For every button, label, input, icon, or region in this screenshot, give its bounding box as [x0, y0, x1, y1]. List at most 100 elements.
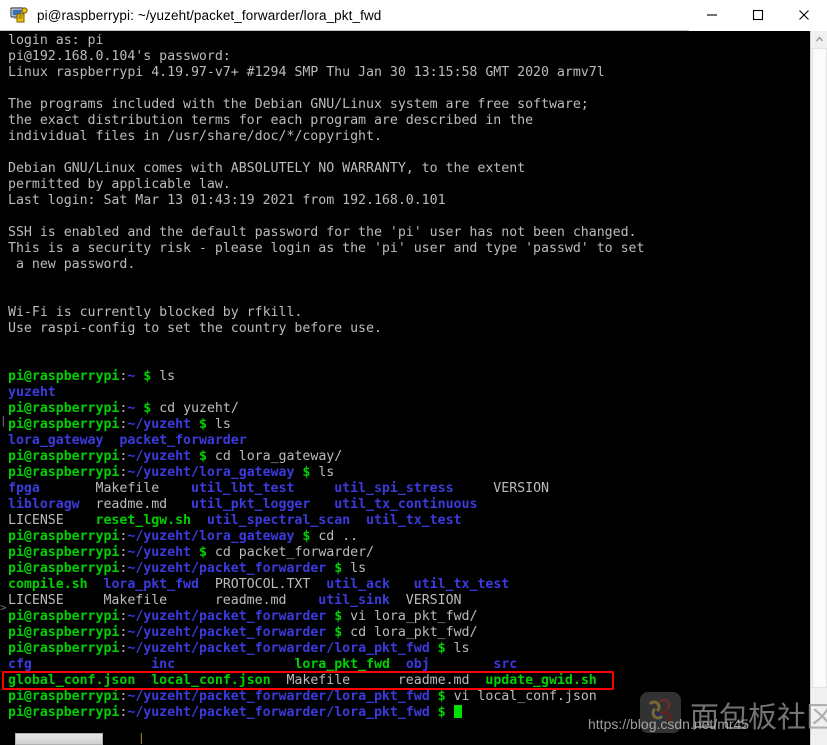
- terminal-line: pi@raspberrypi:~/yuzeht/packet_forwarder…: [8, 609, 808, 625]
- scrollbar-thumb[interactable]: [812, 48, 827, 688]
- terminal-text-segment: $: [437, 689, 446, 704]
- terminal-line: LICENSE reset_lgw.sh util_spectral_scan …: [8, 513, 808, 529]
- terminal-text-segment: cd ..: [310, 529, 359, 544]
- terminal-text-segment: reset_lgw.sh: [95, 513, 192, 528]
- terminal-text-segment: SSH is enabled and the default password …: [8, 225, 637, 240]
- terminal-text-segment: util_tx_test: [366, 513, 462, 528]
- terminal-text-segment: $: [334, 561, 343, 576]
- terminal-text-segment: lora_pkt_fwd: [294, 657, 390, 672]
- terminal-text-segment: Makefile readme.md: [270, 673, 486, 688]
- terminal-text-segment: The programs included with the Debian GN…: [8, 97, 589, 112]
- terminal-line: pi@raspberrypi:~/yuzeht $ cd lora_gatewa…: [8, 449, 808, 465]
- terminal-line: Wi-Fi is currently blocked by rfkill.: [8, 305, 808, 321]
- terminal-text-segment: fpga: [8, 481, 40, 496]
- window-controls: [689, 0, 827, 31]
- terminal-lines: login as: pi pi@192.168.0.104's password:…: [8, 33, 808, 721]
- edge-artifact-mid: >: [0, 601, 7, 614]
- terminal-text-segment: cfg: [8, 657, 32, 672]
- terminal-text-segment: ~/yuzeht: [127, 417, 192, 432]
- terminal-text-segment: cd yuzeht/: [151, 401, 239, 416]
- terminal-text-segment: login as: pi: [8, 33, 104, 48]
- terminal-line: pi@raspberrypi:~/yuzeht/packet_forwarder…: [8, 689, 808, 705]
- terminal-output-area[interactable]: login as: pi pi@192.168.0.104's password:…: [0, 31, 810, 745]
- terminal-text-segment: pi@raspberrypi: [8, 449, 120, 464]
- title-bar: pi@raspberrypi: ~/yuzeht/packet_forwarde…: [0, 0, 827, 31]
- terminal-line: pi@raspberrypi:~/yuzeht/lora_gateway $ l…: [8, 465, 808, 481]
- terminal-line: Last login: Sat Mar 13 01:43:19 2021 fro…: [8, 193, 808, 209]
- terminal-text-segment: pi@raspberrypi: [8, 641, 120, 656]
- terminal-text-segment: Last login: Sat Mar 13 01:43:19 2021 fro…: [8, 193, 446, 208]
- terminal-text-segment: a new password.: [8, 257, 136, 272]
- terminal-text-segment: cd lora_gateway/: [206, 449, 343, 464]
- terminal-text-segment: ~/yuzeht/lora_gateway: [127, 529, 295, 544]
- terminal-text-segment: local_conf.json: [151, 673, 271, 688]
- terminal-line: compile.sh lora_pkt_fwd PROTOCOL.TXT uti…: [8, 577, 808, 593]
- terminal-text-segment: util_lbt_test: [190, 481, 295, 496]
- terminal-text-segment: pi@192.168.0.104's password:: [8, 49, 231, 64]
- terminal-text-segment: packet_forwarder: [119, 433, 247, 448]
- terminal-line: Debian GNU/Linux comes with ABSOLUTELY N…: [8, 161, 808, 177]
- terminal-text-segment: pi@raspberrypi: [8, 529, 120, 544]
- terminal-text-segment: Use raspi-config to set the country befo…: [8, 321, 382, 336]
- terminal-text-segment: $: [437, 705, 446, 720]
- terminal-line: pi@raspberrypi:~ $ ls: [8, 369, 808, 385]
- taskbar-fragment[interactable]: [15, 733, 103, 745]
- terminal-line: individual files in /usr/share/doc/*/cop…: [8, 129, 808, 145]
- terminal-text-segment: obj: [405, 657, 430, 672]
- terminal-text-segment: vi local_conf.json: [445, 689, 597, 704]
- terminal-text-segment: Linux raspberrypi 4.19.97-v7+ #1294 SMP …: [8, 65, 605, 80]
- terminal-text-segment: $: [198, 417, 207, 432]
- terminal-text-segment: global_conf.json: [8, 673, 136, 688]
- terminal-text-segment: pi@raspberrypi: [8, 401, 120, 416]
- terminal-text-segment: ls: [342, 561, 367, 576]
- terminal-line: pi@raspberrypi:~/yuzeht/lora_gateway $ c…: [8, 529, 808, 545]
- minimize-button[interactable]: [689, 0, 735, 31]
- terminal-text-segment: ls: [151, 369, 176, 384]
- terminal-line: SSH is enabled and the default password …: [8, 225, 808, 241]
- vertical-scrollbar[interactable]: [810, 31, 827, 745]
- maximize-button[interactable]: [735, 0, 781, 31]
- terminal-line: pi@raspberrypi:~ $ cd yuzeht/: [8, 401, 808, 417]
- terminal-text-segment: cd packet_forwarder/: [206, 545, 375, 560]
- terminal-text-segment: ~/yuzeht/packet_forwarder/lora_pkt_fwd: [127, 641, 430, 656]
- terminal-text-segment: pi@raspberrypi: [8, 705, 120, 720]
- chevron-up-icon[interactable]: [811, 31, 827, 48]
- terminal-text-segment: pi@raspberrypi: [8, 625, 120, 640]
- close-button[interactable]: [781, 0, 827, 31]
- terminal-line: login as: pi: [8, 33, 808, 49]
- terminal-text-segment: util_ack: [326, 577, 390, 592]
- terminal-text-segment: pi@raspberrypi: [8, 689, 120, 704]
- terminal-text-segment: Debian GNU/Linux comes with ABSOLUTELY N…: [8, 161, 526, 176]
- terminal-line: pi@raspberrypi:~/yuzeht/packet_forwarder…: [8, 561, 808, 577]
- terminal-text-segment: pi@raspberrypi: [8, 465, 120, 480]
- terminal-text-segment: inc: [151, 657, 176, 672]
- terminal-line: permitted by applicable law.: [8, 177, 808, 193]
- terminal-text-segment: libloragw: [8, 497, 80, 512]
- terminal-text-segment: vi lora_pkt_fwd/: [342, 609, 478, 624]
- terminal-text-segment: pi@raspberrypi: [8, 417, 120, 432]
- terminal-text-segment: ~/yuzeht/packet_forwarder/lora_pkt_fwd: [127, 705, 430, 720]
- edge-artifact-top: |: [0, 414, 7, 427]
- terminal-text-segment: ls: [206, 417, 231, 432]
- terminal-line: lora_gateway packet_forwarder: [8, 433, 808, 449]
- terminal-text-segment: pi@raspberrypi: [8, 369, 120, 384]
- terminal-text-segment: $: [334, 609, 343, 624]
- terminal-text-segment: util_spectral_scan: [206, 513, 351, 528]
- terminal-line: global_conf.json local_conf.json Makefil…: [8, 673, 808, 689]
